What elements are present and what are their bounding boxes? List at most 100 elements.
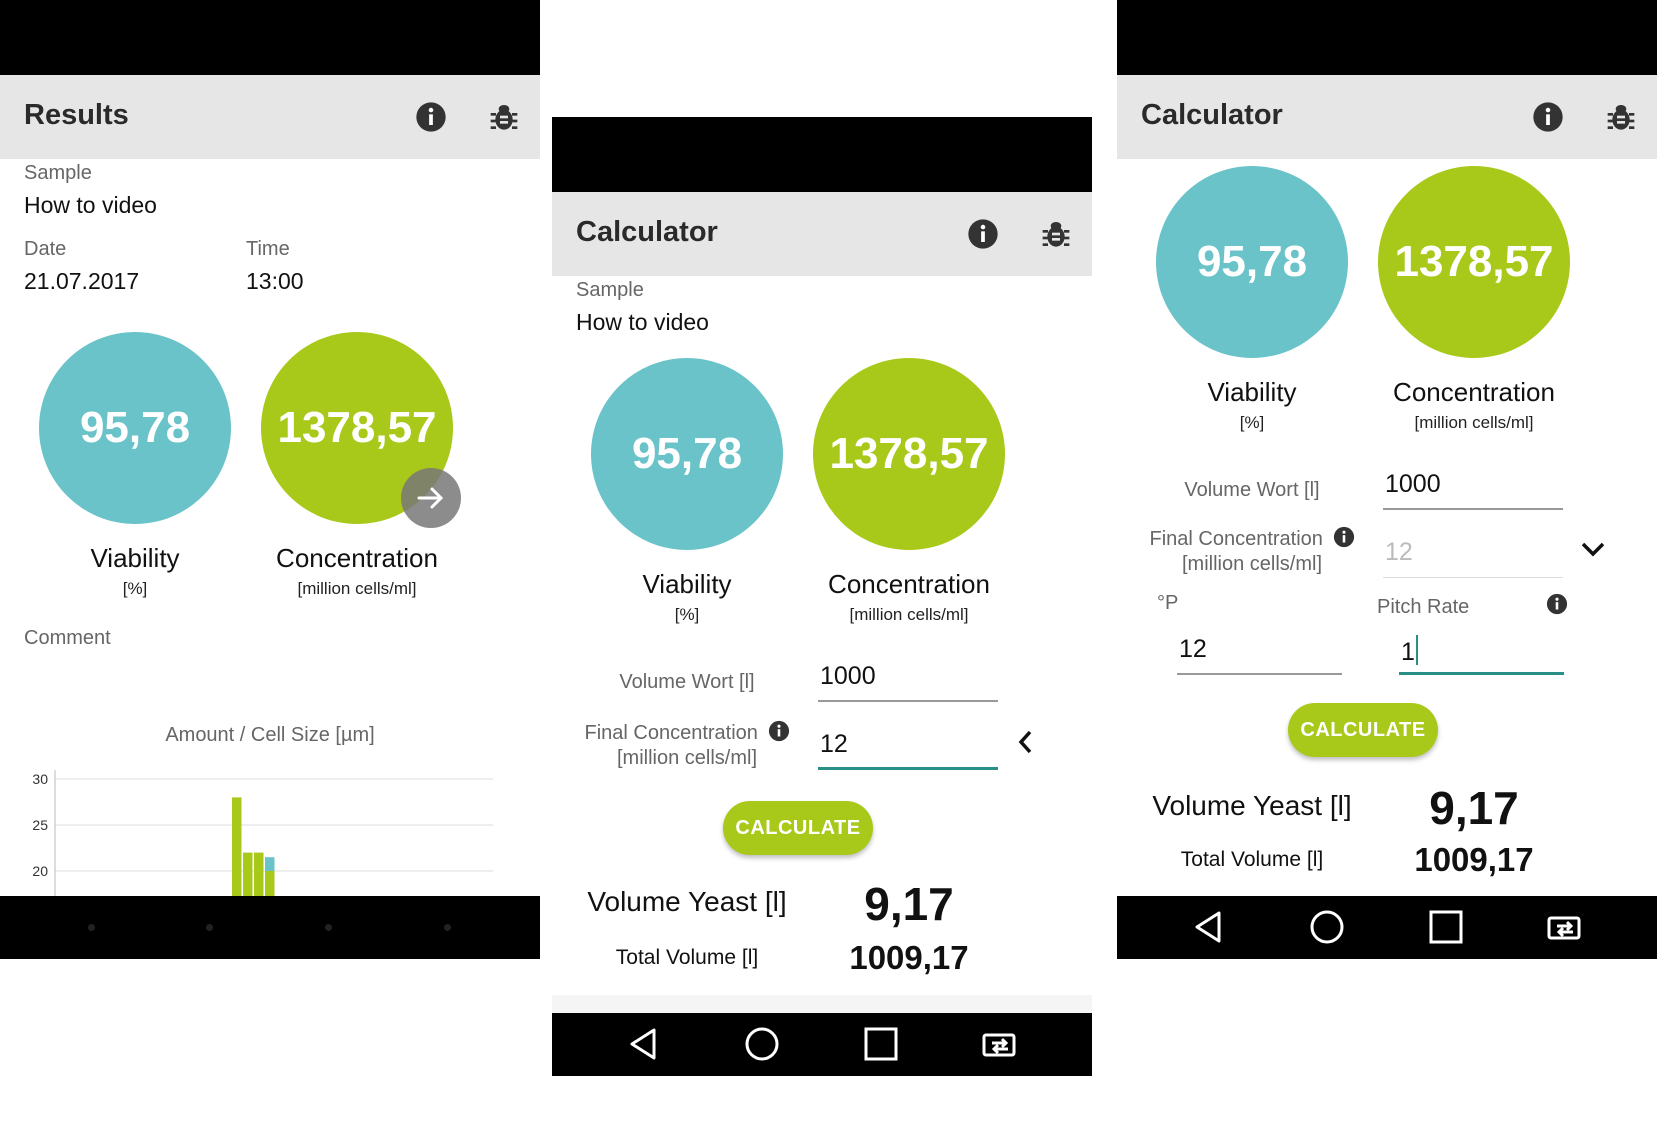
chevron-down-icon[interactable] xyxy=(1579,537,1607,561)
viability-circle: 95,78 xyxy=(39,332,231,524)
final-concentration-unit: [million cells/ml] xyxy=(1181,553,1323,575)
total-volume-label: Total Volume [l] xyxy=(615,946,759,969)
date-label: Date xyxy=(24,238,67,260)
pitch-rate-label: Pitch Rate xyxy=(1377,596,1470,618)
comment-label: Comment xyxy=(24,627,111,649)
results-screen: Results Sample How to video Date 21.07.2… xyxy=(0,0,540,960)
pitch-rate-value: 1 xyxy=(1401,638,1415,666)
status-bar xyxy=(1117,0,1657,75)
concentration-label: Concentration xyxy=(276,543,438,573)
histogram-bar xyxy=(243,852,253,896)
arrow-right-icon xyxy=(417,487,444,509)
nav-dot xyxy=(444,924,451,931)
info-icon[interactable] xyxy=(768,720,790,742)
volume-wort-input[interactable]: 1000 xyxy=(1383,470,1563,510)
nav-bar xyxy=(1117,896,1657,959)
volume-yeast-value: 9,17 xyxy=(1429,782,1519,834)
final-concentration-label: Final Concentration [million cells/ml] xyxy=(567,720,807,771)
y-tick-label: 20 xyxy=(32,863,48,879)
concentration-value: 1378,57 xyxy=(277,403,437,452)
info-icon[interactable] xyxy=(1532,101,1564,133)
volume-wort-input[interactable]: 1000 xyxy=(818,662,998,702)
y-tick-label: 25 xyxy=(32,817,48,833)
calculate-button[interactable]: CALCULATE xyxy=(1288,703,1438,757)
status-bar xyxy=(0,0,540,75)
bug-icon[interactable] xyxy=(1040,218,1072,250)
text-cursor xyxy=(1415,635,1418,665)
calculator-screen-b: Calculator 95,78 1378,57 Viability [%] C… xyxy=(1117,0,1657,960)
nav-bar xyxy=(0,896,540,959)
final-concentration-label: Final Concentration [million cells/ml] xyxy=(1132,526,1372,577)
concentration-value: 1378,57 xyxy=(1394,237,1554,286)
viability-label: Viability xyxy=(90,543,180,573)
switch-app-icon[interactable] xyxy=(980,1024,1020,1064)
viability-label: Viability xyxy=(1207,377,1297,407)
back-triangle-icon[interactable] xyxy=(1189,907,1229,947)
page-title: Results xyxy=(24,99,129,131)
switch-app-icon[interactable] xyxy=(1545,907,1585,947)
final-concentration-text: Final Concentration xyxy=(584,722,758,744)
viability-label: Viability xyxy=(642,569,732,599)
viability-value: 95,78 xyxy=(631,429,743,478)
sample-value: How to video xyxy=(24,192,157,218)
bug-icon[interactable] xyxy=(1605,101,1637,133)
viability-circle: 95,78 xyxy=(591,358,783,550)
time-value: 13:00 xyxy=(246,268,304,294)
info-icon[interactable] xyxy=(415,101,447,133)
sample-value: How to video xyxy=(576,309,709,335)
plato-input[interactable]: 12 xyxy=(1177,635,1342,675)
viability-value: 95,78 xyxy=(79,403,191,452)
cell-size-chart: 30 25 20 xyxy=(32,770,493,896)
pitch-rate-input[interactable]: 1 xyxy=(1399,635,1564,675)
next-button[interactable] xyxy=(401,468,461,528)
chart-title: Amount / Cell Size [µm] xyxy=(165,724,375,746)
total-volume-value: 1009,17 xyxy=(849,939,969,976)
total-volume-value: 1009,17 xyxy=(1414,841,1534,878)
total-volume-label: Total Volume [l] xyxy=(1180,848,1324,871)
sample-label: Sample xyxy=(576,279,644,301)
bottom-shade xyxy=(552,995,1092,1013)
final-concentration-text: Final Concentration xyxy=(1149,528,1323,550)
viability-unit: [%] xyxy=(674,605,700,624)
bug-icon[interactable] xyxy=(488,101,520,133)
nav-bar xyxy=(552,1013,1092,1076)
viability-value: 95,78 xyxy=(1196,237,1308,286)
nav-dot xyxy=(206,924,213,931)
home-circle-icon[interactable] xyxy=(1307,907,1347,947)
histogram-bar xyxy=(254,852,264,896)
info-icon[interactable] xyxy=(1333,526,1355,548)
volume-yeast-label: Volume Yeast [l] xyxy=(587,886,787,917)
y-tick-label: 30 xyxy=(32,771,48,787)
volume-wort-label: Volume Wort [l] xyxy=(619,671,755,693)
final-concentration-input[interactable]: 12 xyxy=(818,730,998,770)
volume-yeast-label: Volume Yeast [l] xyxy=(1152,790,1352,821)
info-icon[interactable] xyxy=(967,218,999,250)
final-concentration-input[interactable]: 12 xyxy=(1383,538,1563,578)
home-circle-icon[interactable] xyxy=(742,1024,782,1064)
page-title: Calculator xyxy=(1141,99,1283,131)
sample-label: Sample xyxy=(24,162,92,184)
app-bar: Results xyxy=(0,75,540,159)
volume-wort-label: Volume Wort [l] xyxy=(1184,479,1320,501)
nav-dot xyxy=(325,924,332,931)
concentration-unit: [million cells/ml] xyxy=(849,605,969,624)
concentration-label: Concentration xyxy=(828,569,990,599)
calculate-button[interactable]: CALCULATE xyxy=(723,801,873,855)
concentration-unit: [million cells/ml] xyxy=(1414,413,1534,432)
back-triangle-icon[interactable] xyxy=(624,1024,664,1064)
concentration-label: Concentration xyxy=(1393,377,1555,407)
plato-label: °P xyxy=(1157,592,1179,614)
info-icon[interactable] xyxy=(1546,593,1568,615)
viability-unit: [%] xyxy=(122,579,148,598)
recents-square-icon[interactable] xyxy=(861,1024,901,1064)
final-concentration-unit: [million cells/ml] xyxy=(616,747,758,769)
nav-dot xyxy=(88,924,95,931)
concentration-circle: 1378,57 xyxy=(1378,166,1570,358)
histogram-bar xyxy=(232,797,242,896)
histogram-bar-segment xyxy=(265,857,275,871)
viability-circle: 95,78 xyxy=(1156,166,1348,358)
app-bar: Calculator xyxy=(1117,75,1657,159)
recents-square-icon[interactable] xyxy=(1426,907,1466,947)
calculator-screen-a: Calculator Sample How to video 95,78 137… xyxy=(552,117,1092,1077)
chevron-left-icon[interactable] xyxy=(1014,727,1038,757)
